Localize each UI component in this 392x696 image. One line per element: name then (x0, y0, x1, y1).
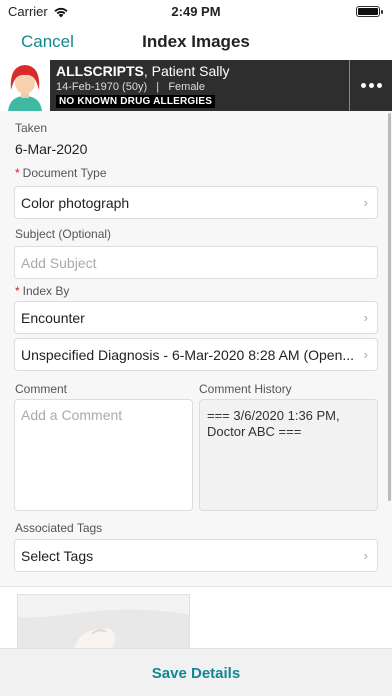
footer: Save Details (0, 648, 392, 696)
patient-banner: ALLSCRIPTS, Patient Sally 14-Feb-1970 (5… (0, 60, 392, 111)
more-options-icon[interactable] (349, 60, 392, 111)
required-marker: * (15, 166, 20, 180)
status-time: 2:49 PM (171, 4, 221, 19)
encounter-select[interactable]: Unspecified Diagnosis - 6-Mar-2020 8:28 … (14, 338, 378, 371)
comment-label: Comment (15, 382, 68, 396)
scrollbar[interactable] (388, 113, 391, 501)
subject-input[interactable] (15, 247, 377, 278)
encounter-value: Unspecified Diagnosis - 6-Mar-2020 8:28 … (21, 347, 355, 363)
allergy-badge: NO KNOWN DRUG ALLERGIES (56, 95, 216, 108)
subject-field[interactable] (14, 246, 378, 279)
save-details-button[interactable]: Save Details (0, 665, 392, 682)
document-type-select[interactable]: Color photograph › (14, 186, 378, 219)
image-thumbnail[interactable] (17, 594, 190, 649)
tags-select[interactable]: Select Tags › (14, 539, 378, 572)
chevron-right-icon: › (363, 548, 368, 563)
patient-demographics: 14-Feb-1970 (50y) | Female (56, 81, 205, 93)
document-type-value: Color photograph (21, 195, 130, 211)
patient-name: ALLSCRIPTS, Patient Sally (56, 63, 230, 79)
battery-level (358, 8, 378, 15)
page-title: Index Images (142, 32, 250, 51)
comment-history: === 3/6/2020 1:36 PM, Doctor ABC === (199, 399, 378, 511)
tags-value: Select Tags (21, 548, 94, 564)
battery-icon (356, 6, 383, 17)
comment-input[interactable] (15, 400, 192, 510)
index-by-select[interactable]: Encounter › (14, 301, 378, 334)
index-by-label: * Index By (15, 284, 70, 298)
associated-tags-label: Associated Tags (15, 521, 103, 535)
taken-value: 6-Mar-2020 (15, 141, 88, 157)
subject-label: Subject (Optional) (15, 227, 112, 241)
chevron-right-icon: › (363, 310, 368, 325)
patient-first-name: , Patient Sally (143, 63, 230, 79)
patient-sex: Female (168, 81, 205, 93)
patient-last-name: ALLSCRIPTS (56, 63, 144, 79)
image-preview-area (0, 586, 392, 649)
comment-history-line: Doctor ABC === (207, 424, 302, 439)
taken-label: Taken (15, 121, 48, 135)
nav-bar: Cancel Index Images (0, 22, 392, 60)
status-bar: Carrier 2:49 PM (0, 0, 392, 22)
demographics-separator: | (156, 81, 160, 93)
document-type-label: * Document Type (15, 166, 107, 180)
patient-dob: 14-Feb-1970 (50y) (56, 81, 148, 93)
comment-field[interactable] (14, 399, 193, 511)
patient-avatar (0, 60, 50, 111)
required-marker: * (15, 284, 20, 298)
comment-history-label: Comment History (199, 382, 292, 396)
chevron-right-icon: › (363, 195, 368, 210)
comment-history-line: === 3/6/2020 1:36 PM, (207, 408, 340, 423)
chevron-right-icon: › (363, 347, 368, 362)
index-by-value: Encounter (21, 310, 85, 326)
